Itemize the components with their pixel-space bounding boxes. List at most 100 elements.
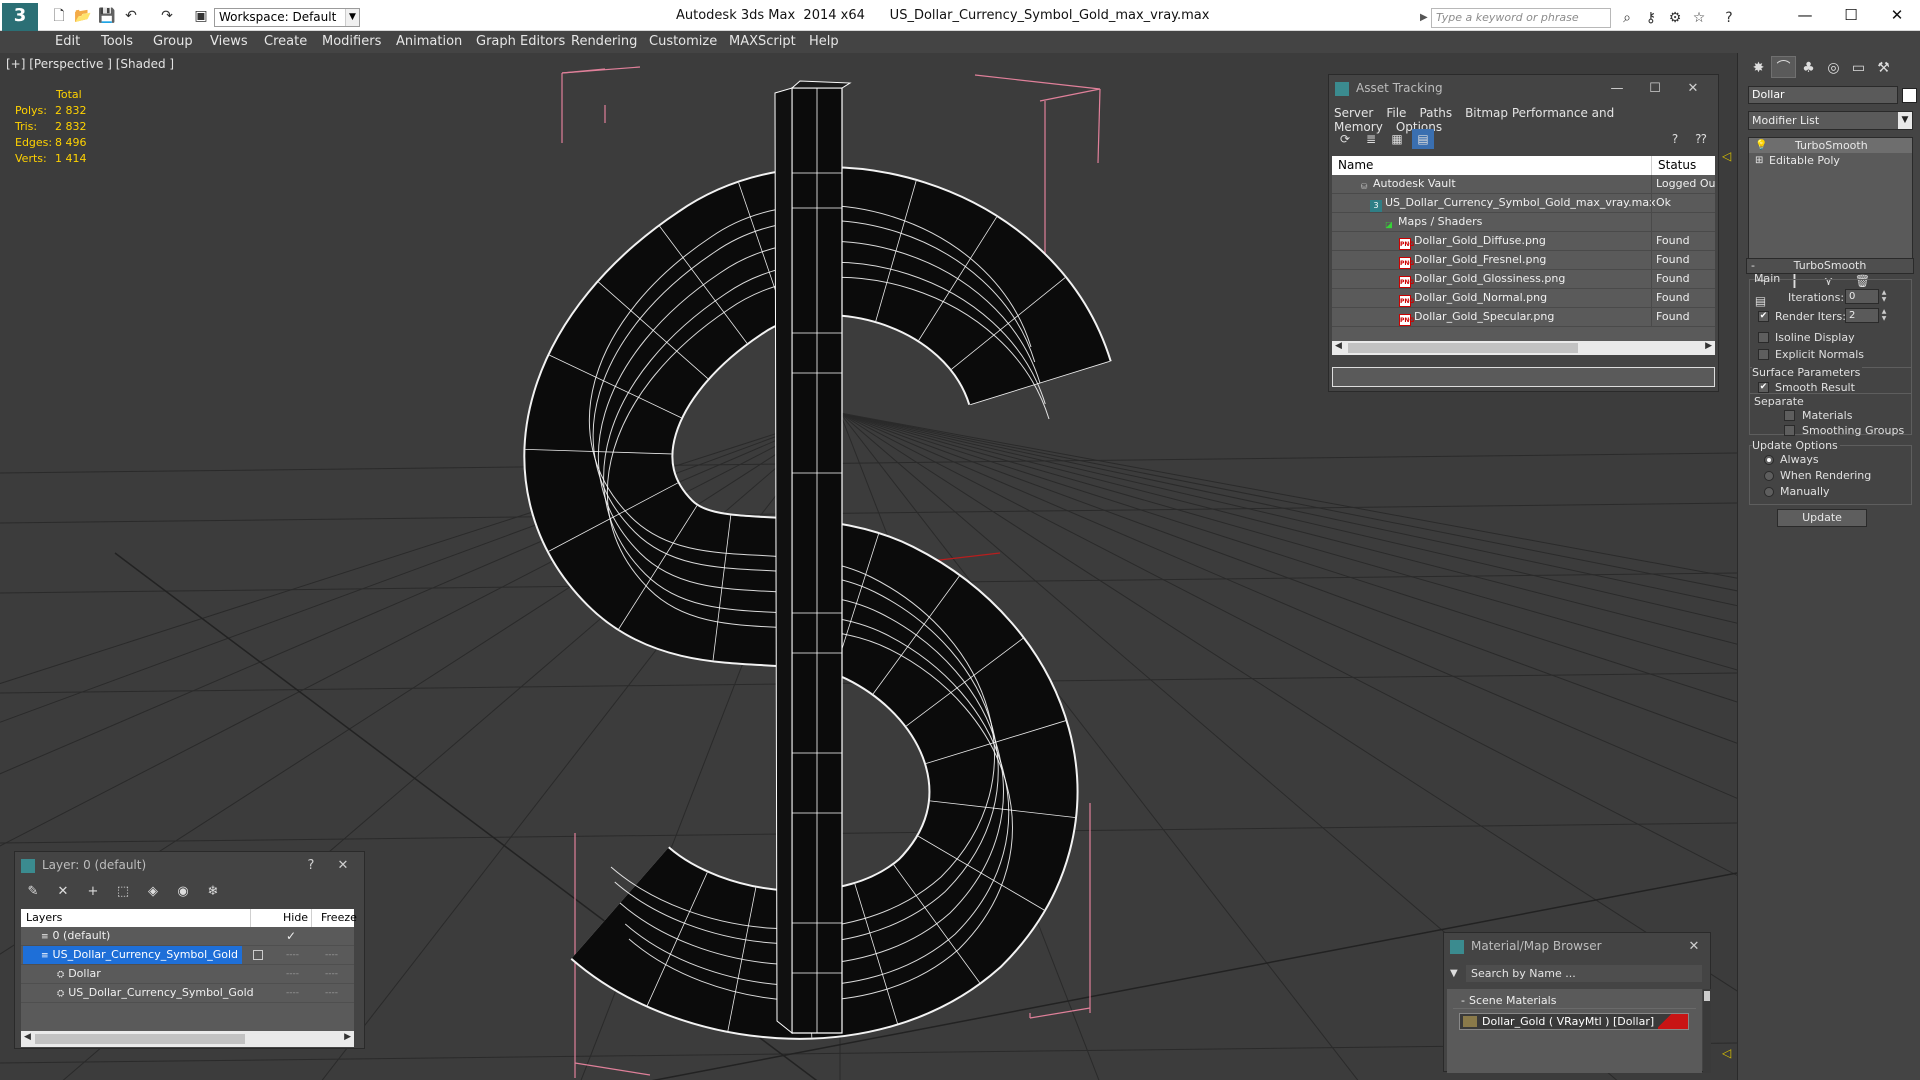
object-color-swatch[interactable]	[1902, 88, 1917, 103]
new-file-icon[interactable]: 🗋	[48, 7, 70, 25]
hide-toggle[interactable]: ----	[286, 984, 299, 1002]
context-help-icon[interactable]: ⁇	[1690, 129, 1712, 149]
menu-graph-editors[interactable]: Graph Editors	[476, 34, 565, 49]
stack-item-turbosmooth[interactable]: 💡 TurboSmooth	[1749, 138, 1912, 153]
scrollbar-thumb[interactable]	[1704, 991, 1710, 1001]
close-button[interactable]: ✕	[1676, 933, 1712, 960]
viewport-label[interactable]: [+] [Perspective ] [Shaded ]	[6, 57, 174, 71]
exchange-icon[interactable]: ⚙	[1665, 9, 1685, 27]
column-layers[interactable]: Layers	[26, 911, 62, 924]
help-button[interactable]: ?	[293, 852, 329, 879]
render-iters-checkbox[interactable]: ✔	[1758, 311, 1769, 322]
maximize-button[interactable]: ☐	[1637, 75, 1673, 102]
minimize-button[interactable]: —	[1599, 75, 1635, 102]
display-tab-icon[interactable]: ▭	[1846, 57, 1871, 79]
menu-maxscript[interactable]: MAXScript	[729, 34, 796, 49]
list-view-icon[interactable]: ≣	[1360, 129, 1382, 149]
column-hide[interactable]: Hide	[283, 911, 308, 924]
help-icon[interactable]: ?	[1719, 9, 1739, 27]
menu-modifiers[interactable]: Modifiers	[322, 34, 381, 49]
menu-animation[interactable]: Animation	[396, 34, 462, 49]
column-name[interactable]: Name	[1338, 158, 1373, 172]
table-row[interactable]: 3 US_Dollar_Currency_Symbol_Gold_max_vray…	[1332, 194, 1715, 213]
menu-customize[interactable]: Customize	[649, 34, 717, 49]
dollar-mesh[interactable]	[523, 80, 1112, 1040]
select-objects-icon[interactable]: ⬚	[113, 882, 133, 902]
close-button[interactable]: ✕	[1874, 0, 1920, 30]
isoline-display-checkbox[interactable]	[1758, 332, 1769, 343]
panel-left-arrow-icon[interactable]: ◁	[1722, 149, 1731, 163]
collapse-icon[interactable]: -	[1461, 994, 1465, 1007]
freeze-toggle[interactable]: ----	[325, 984, 338, 1002]
asset-path-field[interactable]	[1332, 367, 1715, 387]
table-row[interactable]: PNGDollar_Gold_Glossiness.png Found	[1332, 270, 1715, 289]
asset-tracking-titlebar[interactable]: Asset Tracking — ☐ ✕	[1329, 75, 1718, 102]
explicit-normals-checkbox[interactable]	[1758, 349, 1769, 360]
create-layer-icon[interactable]: ✎	[23, 882, 43, 902]
menu-views[interactable]: Views	[210, 34, 248, 49]
menu-rendering[interactable]: Rendering	[571, 34, 637, 49]
hide-all-icon[interactable]: ◉	[173, 882, 193, 902]
object-name-field[interactable]: Dollar	[1748, 86, 1898, 104]
menu-group[interactable]: Group	[153, 34, 193, 49]
lightbulb-icon[interactable]: 💡	[1755, 138, 1767, 153]
delete-layer-icon[interactable]: ✕	[53, 882, 73, 902]
highlight-layer-icon[interactable]: ◈	[143, 882, 163, 902]
smoothing-groups-checkbox[interactable]	[1784, 425, 1795, 436]
scroll-left-icon[interactable]: ◀	[1335, 341, 1342, 351]
set-current-layer-icon[interactable]	[253, 950, 263, 960]
table-row[interactable]: PNGDollar_Gold_Normal.png Found	[1332, 289, 1715, 308]
collapse-icon[interactable]: -	[1751, 259, 1755, 273]
save-file-icon[interactable]: 💾	[96, 7, 118, 25]
menu-create[interactable]: Create	[264, 34, 307, 49]
layer-window-titlebar[interactable]: Layer: 0 (default) ? ✕	[15, 852, 364, 879]
undo-icon[interactable]: ↶	[120, 7, 142, 25]
table-row[interactable]: ⛁ Autodesk Vault Logged Ou	[1332, 175, 1715, 194]
vertical-scrollbar[interactable]	[1703, 989, 1711, 1073]
update-button[interactable]: Update	[1777, 509, 1867, 527]
scroll-right-icon[interactable]: ▶	[344, 1032, 351, 1042]
workspace-dropdown[interactable]: Workspace: Default ▼	[214, 8, 360, 27]
render-iters-spinner[interactable]: 2	[1845, 308, 1879, 323]
scroll-left-icon[interactable]: ◀	[24, 1032, 31, 1042]
maximize-button[interactable]: ☐	[1828, 0, 1874, 30]
expand-plus-icon[interactable]: ⊞	[1755, 153, 1763, 168]
layer-row[interactable]: ≡ 0 (default) ✓	[21, 927, 354, 946]
spinner-arrows-icon[interactable]: ▲ ▼	[1880, 289, 1888, 304]
close-button[interactable]: ✕	[325, 852, 361, 879]
horizontal-scrollbar[interactable]: ◀ ▶	[21, 1031, 354, 1047]
freeze-all-icon[interactable]: ❄	[203, 882, 223, 902]
add-to-layer-icon[interactable]: +	[83, 882, 103, 902]
modifier-list-dropdown[interactable]: Modifier List ▼	[1748, 111, 1913, 130]
scrollbar-thumb[interactable]	[35, 1034, 245, 1044]
thumbnail-view-icon[interactable]: ▦	[1386, 129, 1408, 149]
current-layer-check-icon[interactable]: ✓	[286, 927, 296, 945]
binoculars-icon[interactable]: ⌕	[1617, 9, 1637, 27]
update-manually-radio[interactable]	[1764, 487, 1774, 497]
modify-tab-icon[interactable]: ⌒	[1771, 56, 1796, 78]
close-button[interactable]: ✕	[1675, 75, 1711, 102]
table-view-icon[interactable]: ▤	[1412, 129, 1434, 149]
menu-server[interactable]: Server	[1334, 106, 1373, 120]
minimize-button[interactable]: —	[1782, 0, 1828, 30]
redo-icon[interactable]: ↷	[156, 7, 178, 25]
materials-checkbox[interactable]	[1784, 410, 1795, 421]
menu-edit[interactable]: Edit	[55, 34, 80, 49]
update-always-radio[interactable]	[1764, 455, 1774, 465]
table-row[interactable]: ◪ Maps / Shaders	[1332, 213, 1715, 232]
menu-paths[interactable]: Paths	[1419, 106, 1452, 120]
chevron-down-icon[interactable]: ▼	[345, 9, 359, 26]
scrollbar-thumb[interactable]	[1348, 343, 1578, 353]
stack-item-editable-poly[interactable]: ⊞ Editable Poly	[1749, 153, 1912, 168]
browser-options-icon[interactable]: ▼	[1450, 965, 1458, 982]
layer-row[interactable]: ⛭ Dollar ---- ----	[21, 965, 354, 984]
layer-row[interactable]: ≡ US_Dollar_Currency_Symbol_Gold ---- ---…	[21, 946, 354, 965]
app-logo-icon[interactable]: 3	[2, 3, 38, 31]
hide-toggle[interactable]: ----	[286, 946, 299, 964]
hierarchy-tab-icon[interactable]: ♣	[1796, 57, 1821, 79]
update-when-rendering-radio[interactable]	[1764, 471, 1774, 481]
layer-row[interactable]: ⛭ US_Dollar_Currency_Symbol_Gold ---- ---…	[21, 984, 354, 1003]
menu-file[interactable]: File	[1386, 106, 1406, 120]
create-tab-icon[interactable]: ✸	[1746, 57, 1771, 79]
utilities-tab-icon[interactable]: ⚒	[1871, 57, 1896, 79]
